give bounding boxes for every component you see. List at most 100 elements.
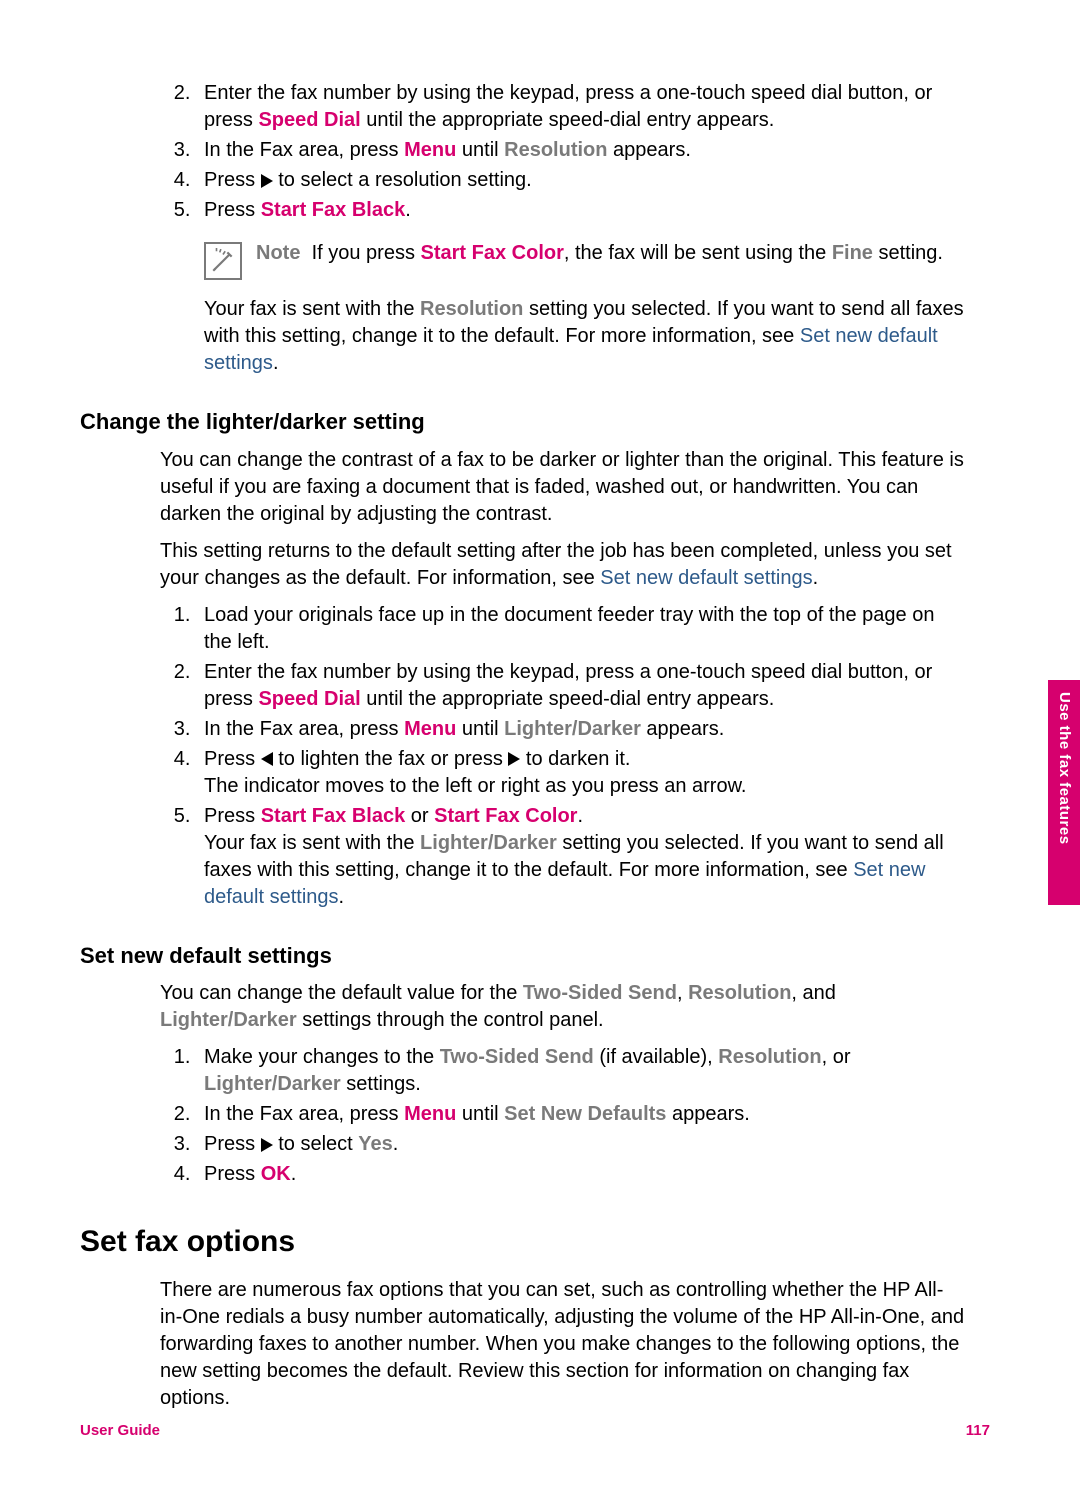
text: .: [813, 567, 819, 589]
lighter-p2: This setting returns to the default sett…: [160, 538, 965, 592]
step-1: Load your originals face up in the docum…: [196, 602, 965, 656]
text: to select a resolution setting.: [273, 169, 532, 191]
text: Press: [204, 199, 261, 221]
note-label: Note: [256, 242, 300, 264]
defaults-steps: Make your changes to the Two-Sided Send …: [164, 1044, 965, 1188]
text: .: [393, 1133, 399, 1155]
text: until: [456, 718, 504, 740]
menu-label: Menu: [404, 1103, 456, 1125]
note-text: Note If you press Start Fax Color, the f…: [256, 240, 965, 267]
text: , the fax will be sent using the: [564, 242, 832, 264]
two-sided-label: Two-Sided Send: [523, 982, 677, 1004]
footer-page-number: 117: [966, 1421, 990, 1441]
start-fax-color-label: Start Fax Color: [421, 242, 564, 264]
text: , or: [822, 1046, 851, 1068]
lighter-p1: You can change the contrast of a fax to …: [160, 447, 965, 528]
text: The indicator moves to the left or right…: [204, 775, 746, 797]
text: In the Fax area, press: [204, 139, 404, 161]
step-5: Press Start Fax Black. Note If you press…: [196, 197, 965, 377]
start-fax-color-label: Start Fax Color: [434, 805, 577, 827]
text: settings.: [341, 1073, 421, 1095]
text: appears.: [666, 1103, 749, 1125]
text: Press: [204, 748, 261, 770]
text: , and: [791, 982, 835, 1004]
text: settings through the control panel.: [297, 1009, 604, 1031]
set-new-defaults-label: Set New Defaults: [504, 1103, 666, 1125]
step-3: In the Fax area, press Menu until Lighte…: [196, 716, 965, 743]
heading-set-fax-options: Set fax options: [80, 1222, 965, 1263]
text: appears.: [607, 139, 690, 161]
arrow-left-icon: [261, 752, 273, 766]
arrow-right-icon: [508, 752, 520, 766]
resolution-label: Resolution: [688, 982, 791, 1004]
lighter-darker-label: Lighter/Darker: [204, 1073, 341, 1095]
text: or: [405, 805, 434, 827]
start-fax-black-label: Start Fax Black: [261, 199, 406, 221]
side-tab: Use the fax features: [1048, 680, 1080, 905]
text: Press: [204, 1133, 261, 1155]
note-icon: [204, 242, 242, 280]
footer-left: User Guide: [80, 1421, 160, 1441]
step-3: In the Fax area, press Menu until Resolu…: [196, 137, 965, 164]
text: to select: [273, 1133, 359, 1155]
text: Press: [204, 1163, 261, 1185]
lighter-darker-label: Lighter/Darker: [504, 718, 641, 740]
footer: User Guide 117: [80, 1421, 990, 1441]
followup-text: Your fax is sent with the Resolution set…: [204, 296, 965, 377]
text: .: [291, 1163, 297, 1185]
text: .: [577, 805, 583, 827]
text: Press: [204, 805, 261, 827]
text: ,: [677, 982, 688, 1004]
resolution-label: Resolution: [718, 1046, 821, 1068]
resolution-label: Resolution: [420, 298, 523, 320]
menu-label: Menu: [404, 718, 456, 740]
text: to lighten the fax or press: [273, 748, 509, 770]
ok-label: OK: [261, 1163, 291, 1185]
step-2: Enter the fax number by using the keypad…: [196, 659, 965, 713]
step-4: Press to lighten the fax or press to dar…: [196, 746, 965, 800]
options-p1: There are numerous fax options that you …: [160, 1277, 965, 1412]
step-4: Press OK.: [196, 1161, 965, 1188]
heading-lighter-darker: Change the lighter/darker setting: [80, 407, 965, 437]
text: until: [456, 139, 504, 161]
speed-dial-label: Speed Dial: [258, 688, 360, 710]
text: You can change the default value for the: [160, 982, 523, 1004]
lighter-darker-label: Lighter/Darker: [160, 1009, 297, 1031]
defaults-p1: You can change the default value for the…: [160, 980, 965, 1034]
arrow-right-icon: [261, 174, 273, 188]
step-2: Enter the fax number by using the keypad…: [196, 80, 965, 134]
step-4: Press to select a resolution setting.: [196, 167, 965, 194]
text: until the appropriate speed-dial entry a…: [361, 109, 775, 131]
text: Press: [204, 169, 261, 191]
step-2: In the Fax area, press Menu until Set Ne…: [196, 1101, 965, 1128]
fine-label: Fine: [832, 242, 873, 264]
text: setting.: [873, 242, 943, 264]
set-new-defaults-link[interactable]: Set new default settings: [600, 567, 812, 589]
heading-set-defaults: Set new default settings: [80, 941, 965, 971]
text: .: [339, 886, 345, 908]
speed-dial-label: Speed Dial: [258, 109, 360, 131]
note-block: Note If you press Start Fax Color, the f…: [204, 240, 965, 280]
lighter-steps: Load your originals face up in the docum…: [164, 602, 965, 911]
text: .: [273, 352, 279, 374]
resolution-label: Resolution: [504, 139, 607, 161]
lighter-darker-label: Lighter/Darker: [420, 832, 557, 854]
text: If you press: [312, 242, 421, 264]
text: .: [405, 199, 411, 221]
text: appears.: [641, 718, 724, 740]
arrow-right-icon: [261, 1138, 273, 1152]
text: until: [456, 1103, 504, 1125]
yes-label: Yes: [358, 1133, 392, 1155]
text: Make your changes to the: [204, 1046, 440, 1068]
text: Your fax is sent with the: [204, 298, 420, 320]
menu-label: Menu: [404, 139, 456, 161]
text: until the appropriate speed-dial entry a…: [361, 688, 775, 710]
resolution-steps: Enter the fax number by using the keypad…: [164, 80, 965, 377]
step-1: Make your changes to the Two-Sided Send …: [196, 1044, 965, 1098]
text: to darken it.: [520, 748, 630, 770]
text: In the Fax area, press: [204, 1103, 404, 1125]
two-sided-label: Two-Sided Send: [440, 1046, 594, 1068]
text: This setting returns to the default sett…: [160, 540, 952, 589]
text: Your fax is sent with the: [204, 832, 420, 854]
text: In the Fax area, press: [204, 718, 404, 740]
